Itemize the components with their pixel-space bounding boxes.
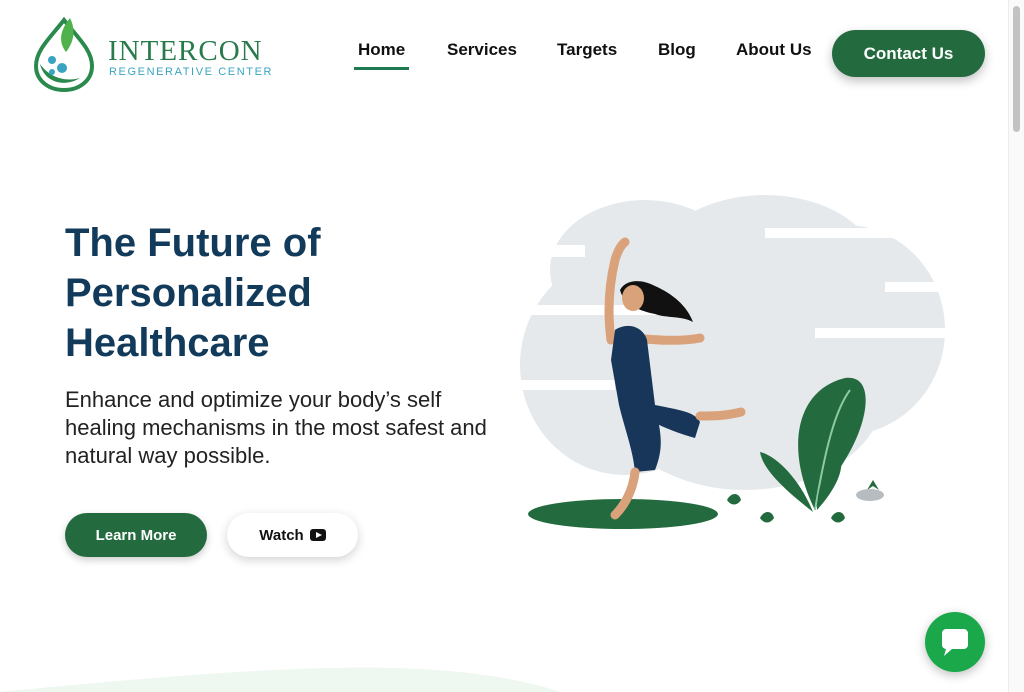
page-scrollbar[interactable] [1008,0,1024,692]
bottom-wave-decoration [0,667,560,692]
drop-leaf-logo-icon [33,16,95,92]
nav-item-home[interactable]: Home [353,40,410,70]
dancing-woman-illustration [515,195,955,529]
scrollbar-thumb[interactable] [1013,6,1020,132]
hero-title-line3: Healthcare [65,321,270,365]
watch-label: Watch [259,526,304,544]
cloud-shape [520,195,945,490]
youtube-play-icon [309,529,326,541]
hero-title: The Future of Personalized Healthcare [65,218,485,368]
nav-item-about-us[interactable]: About Us [736,40,812,60]
learn-more-button[interactable]: Learn More [65,513,207,557]
small-leaves [727,494,845,523]
contact-us-button[interactable]: Contact Us [832,30,985,77]
hero-title-line1: The Future of [65,221,321,265]
chat-bubble-icon [942,629,968,656]
watch-button[interactable]: Watch [227,513,358,557]
hero-subtitle: Enhance and optimize your body’s self he… [65,387,487,468]
nav-item-services[interactable]: Services [447,40,517,60]
nav-item-blog[interactable]: Blog [658,40,696,60]
brand-tagline: REGENERATIVE CENTER [109,66,274,78]
site-header: INTERCON REGENERATIVE CENTER Home Servic… [0,0,1008,104]
brand-logo[interactable]: INTERCON REGENERATIVE CENTER [30,16,274,92]
chat-button[interactable] [925,612,985,672]
brand-name: INTERCON [108,35,263,67]
nav-item-targets[interactable]: Targets [557,40,617,60]
hero-title-line2: Personalized [65,271,312,315]
